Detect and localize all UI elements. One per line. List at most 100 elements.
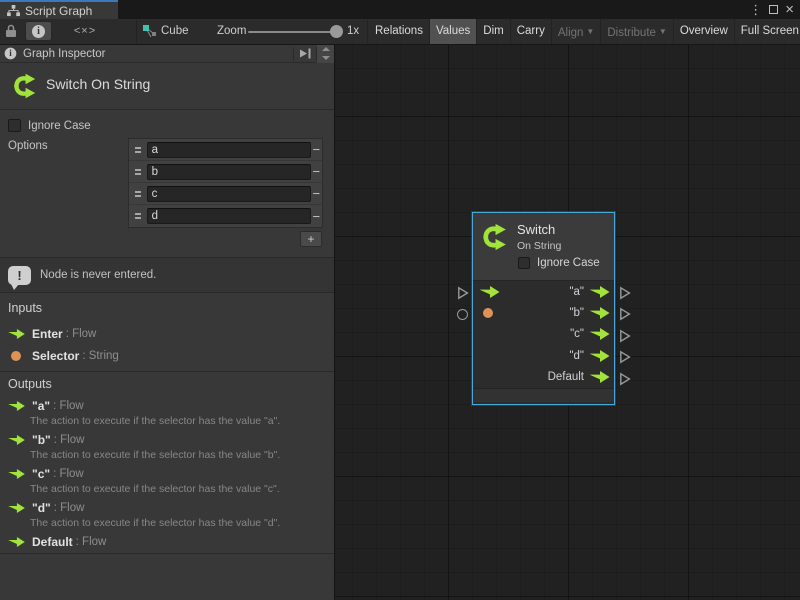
- zoom-slider-handle[interactable]: [330, 25, 343, 38]
- flow-arrow-icon[interactable]: [589, 328, 610, 340]
- value-dot-icon: [11, 351, 21, 361]
- drag-handle-icon[interactable]: [135, 191, 141, 197]
- toolbar-button-label: Dim: [483, 25, 503, 37]
- node-header[interactable]: Switch On String Ignore Case: [473, 213, 614, 281]
- ignore-case-checkbox[interactable]: [8, 119, 21, 132]
- toolbar: i <×> Cube Zoom 1x RelationsValuesDimCar…: [0, 19, 800, 45]
- node-port-label: "d": [569, 350, 584, 362]
- outputs-heading: Outputs: [8, 377, 52, 391]
- flow-arrow-icon[interactable]: [589, 307, 610, 319]
- toolbar-separator: [367, 20, 368, 43]
- flow-arrow-icon[interactable]: [589, 350, 610, 362]
- toolbar-buttons: Relations Values Dim CarryAlign▼Distribute▼…: [369, 19, 800, 44]
- option-input-d[interactable]: [147, 208, 311, 224]
- output-port-item: Default : Flow: [8, 535, 330, 548]
- option-row: −: [129, 161, 322, 183]
- warning-text: Node is never entered.: [40, 269, 156, 281]
- lock-icon[interactable]: [5, 24, 17, 38]
- output-port-connector[interactable]: [619, 307, 631, 321]
- node-port-label: "c": [570, 328, 584, 340]
- toolbar-button-label: Relations: [375, 25, 423, 37]
- flow-arrow-icon[interactable]: [589, 286, 610, 298]
- toolbar-button-values[interactable]: Values: [430, 19, 477, 44]
- output-port-connector[interactable]: [619, 329, 631, 343]
- output-port-item: "a" : FlowThe action to execute if the s…: [8, 399, 330, 427]
- output-port-connector[interactable]: [619, 372, 631, 386]
- inputs-list: Enter : FlowSelector : String: [8, 323, 326, 367]
- maximize-icon[interactable]: [769, 5, 778, 14]
- node-enter-port[interactable]: [477, 286, 503, 298]
- output-port-row: "b" : Flow: [8, 433, 330, 446]
- drag-handle-icon[interactable]: [135, 169, 141, 175]
- tab-script-graph[interactable]: Script Graph: [0, 0, 118, 19]
- node-footer: [473, 388, 614, 402]
- port-name: "a": [32, 399, 50, 413]
- node-port-row: "b": [473, 302, 614, 323]
- drag-handle-icon[interactable]: [135, 213, 141, 219]
- options-label: Options: [8, 140, 48, 152]
- switch-icon: [481, 222, 511, 255]
- zoom-label: Zoom: [217, 19, 246, 44]
- toolbar-button-align[interactable]: Align▼: [552, 19, 602, 44]
- port-description: The action to execute if the selector ha…: [30, 483, 330, 495]
- toolbar-button-distribute[interactable]: Distribute▼: [601, 19, 674, 44]
- remove-option-button[interactable]: −: [311, 209, 322, 224]
- node-ignore-case-checkbox[interactable]: [518, 257, 530, 269]
- close-icon[interactable]: ×: [785, 0, 794, 19]
- switch-icon: [12, 72, 40, 103]
- inspector-toggle-button[interactable]: i: [25, 21, 52, 41]
- graph-canvas[interactable]: Switch On String Ignore Case "a""b""c""d…: [335, 45, 800, 600]
- zoom-slider-track[interactable]: [248, 31, 332, 33]
- toolbar-button-carry[interactable]: Carry: [511, 19, 552, 44]
- enter-port-connector[interactable]: [457, 286, 469, 300]
- warning-box: ! Node is never entered.: [0, 257, 334, 293]
- scroll-up-icon[interactable]: [317, 45, 334, 54]
- scroll-down-icon[interactable]: [317, 54, 334, 63]
- add-option-button[interactable]: +: [300, 231, 322, 247]
- option-input-a[interactable]: [147, 142, 311, 158]
- drag-handle-icon[interactable]: [135, 147, 141, 153]
- remove-option-button[interactable]: −: [311, 186, 322, 201]
- node-port-row: Default: [473, 367, 614, 388]
- toolbar-button-full-screen[interactable]: Full Screen: [735, 19, 800, 44]
- option-input-c[interactable]: [147, 186, 311, 202]
- dock-panel-icon[interactable]: [294, 45, 316, 63]
- remove-option-button[interactable]: −: [311, 164, 322, 179]
- flow-arrow-icon[interactable]: [589, 371, 610, 383]
- window-menu-icon[interactable]: ⋮: [749, 0, 762, 19]
- graph-asset-icon: [143, 25, 157, 39]
- output-port-connector[interactable]: [619, 286, 631, 300]
- port-description: The action to execute if the selector ha…: [30, 449, 330, 461]
- remove-option-button[interactable]: −: [311, 142, 322, 157]
- output-port-row: Default : Flow: [8, 535, 330, 548]
- port-name: Selector: [32, 349, 79, 363]
- node-body: "a""b""c""d"Default: [473, 281, 614, 388]
- output-port-item: "c" : FlowThe action to execute if the s…: [8, 467, 330, 495]
- code-preview-button[interactable]: <×>: [60, 21, 110, 41]
- output-port-connector[interactable]: [619, 350, 631, 364]
- node-selector-port[interactable]: [477, 308, 503, 318]
- title-bar: Script Graph ⋮ ×: [0, 0, 800, 19]
- script-graph-window: Script Graph ⋮ × i <×> Cube Zoom 1x Rela…: [0, 0, 800, 600]
- node-port-row: "c": [473, 324, 614, 345]
- node-title: Switch: [517, 222, 555, 237]
- port-description: The action to execute if the selector ha…: [30, 517, 330, 529]
- options-list: − − − −: [128, 138, 323, 228]
- flow-arrow-icon: [8, 503, 32, 513]
- inputs-heading: Inputs: [8, 301, 42, 315]
- option-row: −: [129, 139, 322, 161]
- toolbar-button-dim[interactable]: Dim: [477, 19, 510, 44]
- selector-port-connector[interactable]: [457, 309, 468, 320]
- inspector-header-title: Graph Inspector: [23, 48, 293, 60]
- chevron-down-icon: ▼: [659, 27, 667, 36]
- panel-scroll-arrows: [317, 45, 334, 63]
- toolbar-button-label: Overview: [680, 25, 728, 37]
- port-name: Default: [32, 535, 73, 549]
- toolbar-button-label: Full Screen: [741, 25, 799, 37]
- node-subtitle: On String: [517, 240, 561, 252]
- option-input-b[interactable]: [147, 164, 311, 180]
- toolbar-button-relations[interactable]: Relations: [369, 19, 430, 44]
- port-type: : String: [82, 350, 118, 362]
- switch-on-string-node[interactable]: Switch On String Ignore Case "a""b""c""d…: [472, 212, 615, 405]
- toolbar-button-overview[interactable]: Overview: [674, 19, 735, 44]
